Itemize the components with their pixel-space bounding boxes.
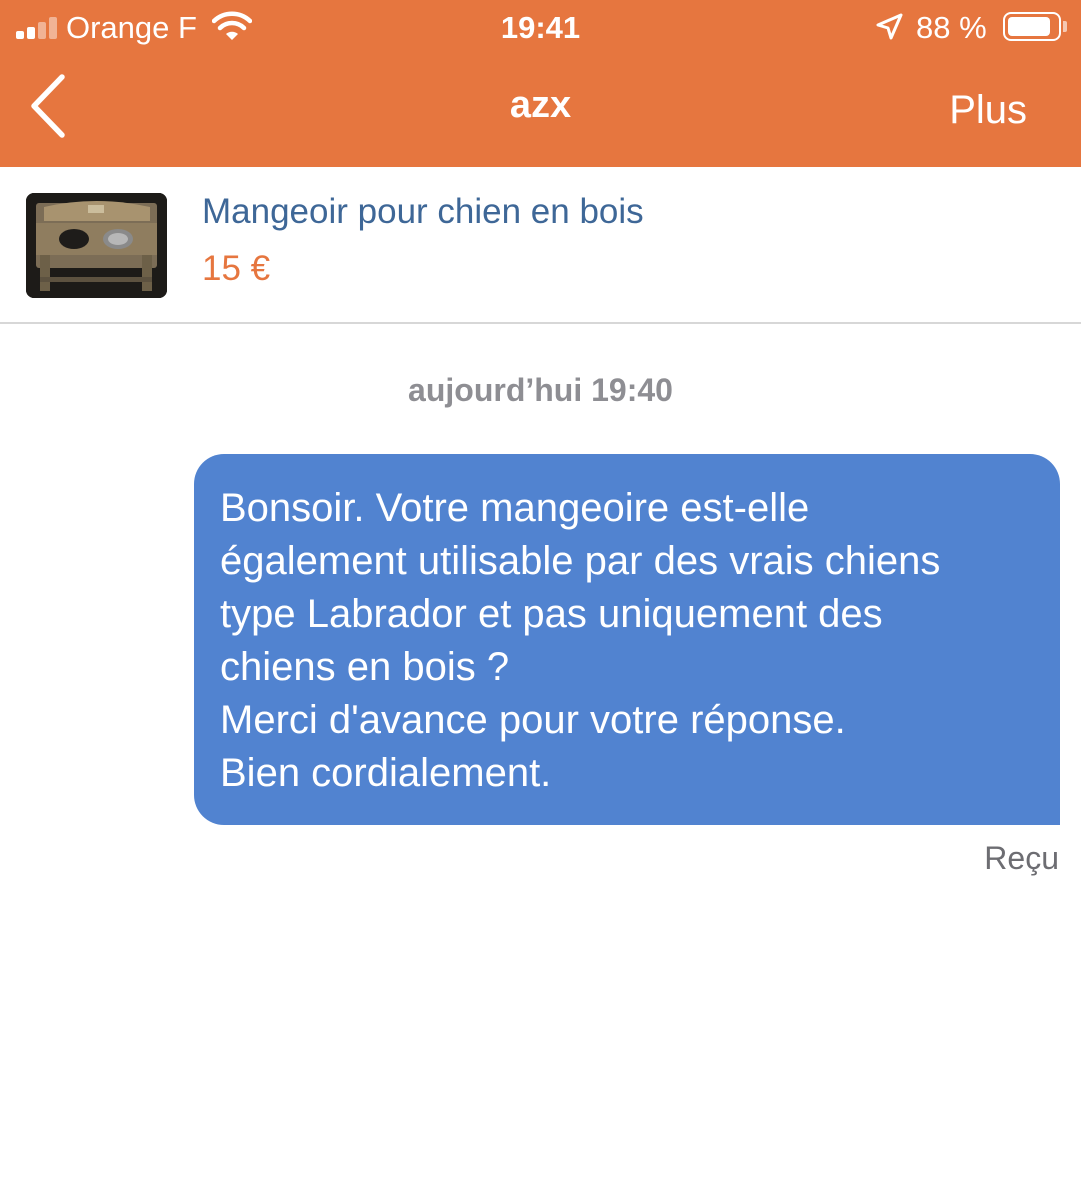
nav-bar: azx Plus	[0, 56, 1081, 167]
listing-price: 15 €	[202, 249, 271, 288]
message-text-line: Merci d'avance pour votre réponse.	[220, 698, 846, 742]
delivery-status: Reçu	[984, 840, 1059, 876]
battery-percent: 88 %	[916, 10, 987, 45]
listing-summary[interactable]: Mangeoir pour chien en bois 15 €	[0, 167, 1081, 324]
message-bubble[interactable]: Bonsoir. Votre mangeoire est-elle égalem…	[194, 454, 1060, 825]
conversation-title: azx	[509, 84, 572, 126]
more-button[interactable]: Plus	[949, 87, 1027, 133]
status-bar: Orange F 19:41 88 %	[0, 0, 1081, 56]
message-text-line: chiens en bois ?	[220, 645, 510, 689]
message-text-line: Bonsoir. Votre mangeoire est-elle	[220, 486, 810, 530]
battery-cap	[1063, 21, 1067, 32]
chevron-left-icon[interactable]	[26, 73, 70, 139]
battery-fill	[1008, 17, 1051, 36]
message-text-line: également utilisable par des vrais chien…	[220, 539, 941, 583]
battery-icon	[1003, 12, 1061, 41]
listing-title: Mangeoir pour chien en bois	[202, 192, 644, 231]
message-text-line: Bien cordialement.	[220, 751, 552, 795]
message-date: aujourd’hui 19:40	[408, 372, 673, 408]
message-text-line: type Labrador et pas uniquement des	[220, 592, 883, 636]
location-arrow-icon	[876, 13, 903, 40]
listing-thumbnail	[26, 193, 167, 298]
app-header: Orange F 19:41 88 % azx Plus	[0, 0, 1081, 167]
